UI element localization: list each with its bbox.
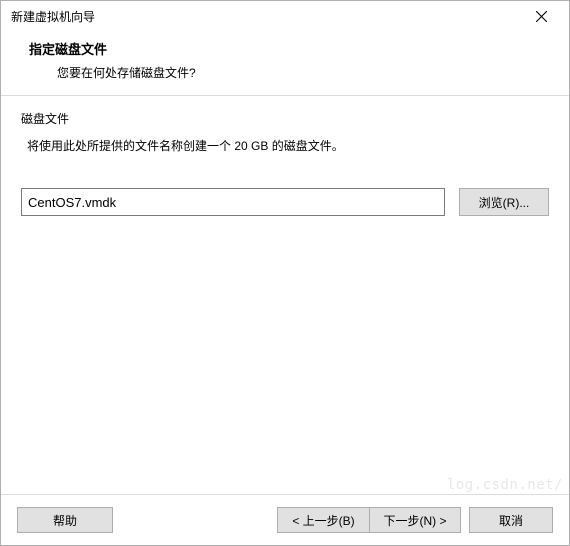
page-subtitle: 您要在何处存储磁盘文件? xyxy=(29,64,549,81)
disk-file-description: 将使用此处所提供的文件名称创建一个 20 GB 的磁盘文件。 xyxy=(21,137,549,154)
nav-button-pair: < 上一步(B) 下一步(N) > xyxy=(277,507,461,533)
back-button[interactable]: < 上一步(B) xyxy=(277,507,369,533)
window-title: 新建虚拟机向导 xyxy=(11,8,95,25)
page-title: 指定磁盘文件 xyxy=(29,39,549,58)
cancel-button[interactable]: 取消 xyxy=(469,507,553,533)
disk-file-input[interactable] xyxy=(21,188,445,216)
close-button[interactable] xyxy=(521,2,561,30)
help-button[interactable]: 帮助 xyxy=(17,507,113,533)
browse-button[interactable]: 浏览(R)... xyxy=(459,188,549,216)
wizard-header: 指定磁盘文件 您要在何处存储磁盘文件? xyxy=(1,31,569,95)
disk-file-label: 磁盘文件 xyxy=(21,110,549,127)
file-row: 浏览(R)... xyxy=(21,188,549,216)
next-button[interactable]: 下一步(N) > xyxy=(369,507,461,533)
wizard-footer: 帮助 < 上一步(B) 下一步(N) > 取消 xyxy=(1,494,569,545)
titlebar: 新建虚拟机向导 xyxy=(1,1,569,31)
close-icon xyxy=(536,11,547,22)
wizard-window: 新建虚拟机向导 指定磁盘文件 您要在何处存储磁盘文件? 磁盘文件 将使用此处所提… xyxy=(0,0,570,546)
content-area: 磁盘文件 将使用此处所提供的文件名称创建一个 20 GB 的磁盘文件。 浏览(R… xyxy=(1,96,569,494)
